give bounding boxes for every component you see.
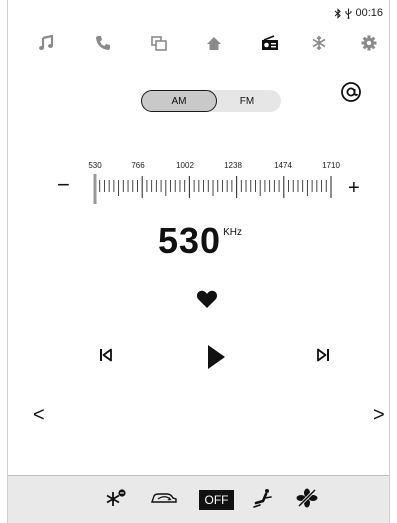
tune-up-button[interactable]: +: [348, 178, 360, 198]
frequency-value: 530: [158, 220, 222, 261]
screen-mirror-icon: [151, 35, 167, 51]
scan-at-icon: [340, 82, 362, 107]
scale-label: 766: [131, 161, 145, 170]
fm-button[interactable]: FM: [231, 90, 263, 112]
nav-climate[interactable]: [304, 28, 334, 58]
scale-ticks: [93, 174, 332, 204]
nav-home[interactable]: [199, 28, 229, 58]
music-note-icon: [38, 35, 54, 51]
favorite-button[interactable]: [196, 289, 218, 309]
tuner-needle[interactable]: [93, 174, 97, 204]
band-toggle: AM FM: [141, 90, 281, 112]
clock: 00:16: [355, 7, 383, 19]
air-recirculation-icon: [150, 490, 178, 511]
usb-icon: [345, 8, 352, 19]
play-button[interactable]: [205, 344, 227, 370]
scale-label: 530: [88, 161, 102, 170]
nav-phone[interactable]: [88, 28, 118, 58]
defrost-button[interactable]: [105, 488, 127, 512]
page-left-button[interactable]: <: [33, 405, 45, 425]
climate-bar: OFF: [8, 475, 389, 523]
heart-icon: [196, 290, 218, 313]
frequency-unit: KHz: [223, 227, 242, 238]
nav-music[interactable]: [31, 28, 61, 58]
skip-next-icon: [316, 348, 330, 366]
bluetooth-icon: [334, 7, 342, 19]
gear-icon: [361, 35, 377, 51]
radio-screen: 00:16 AM FM − 530 766 1002 1238 1474 171…: [7, 0, 390, 523]
seat-airflow-icon: [252, 488, 274, 513]
snowflake-icon: [311, 35, 327, 51]
fan-off-button[interactable]: [296, 488, 318, 512]
frequency-display: 530 KHz: [158, 222, 242, 262]
seat-airflow-button[interactable]: [252, 488, 274, 512]
defrost-icon: [105, 488, 127, 513]
next-button[interactable]: [316, 348, 330, 362]
off-button-label: OFF: [199, 490, 234, 510]
scan-button[interactable]: [340, 81, 362, 103]
scale-label: 1002: [176, 161, 194, 170]
nav-settings[interactable]: [354, 28, 384, 58]
home-icon: [206, 36, 222, 51]
tune-down-button[interactable]: −: [57, 174, 70, 196]
status-bar: 00:16: [334, 6, 383, 20]
page-right-button[interactable]: >: [373, 405, 385, 425]
fan-off-icon: [296, 488, 318, 513]
scale-label: 1710: [322, 161, 340, 170]
radio-icon: [261, 35, 279, 51]
previous-button[interactable]: [99, 348, 113, 362]
nav-radio[interactable]: [255, 28, 285, 58]
nav-mirror[interactable]: [144, 28, 174, 58]
skip-previous-icon: [99, 348, 113, 366]
phone-icon: [95, 35, 111, 51]
scale-label: 1238: [224, 161, 242, 170]
frequency-scale[interactable]: 530 766 1002 1238 1474 1710: [81, 161, 341, 211]
am-button[interactable]: AM: [141, 90, 217, 112]
climate-off-button[interactable]: OFF: [199, 488, 234, 512]
top-nav: [8, 28, 389, 58]
scale-label: 1474: [274, 161, 292, 170]
recirculation-button[interactable]: [150, 488, 178, 512]
play-icon: [205, 345, 227, 374]
